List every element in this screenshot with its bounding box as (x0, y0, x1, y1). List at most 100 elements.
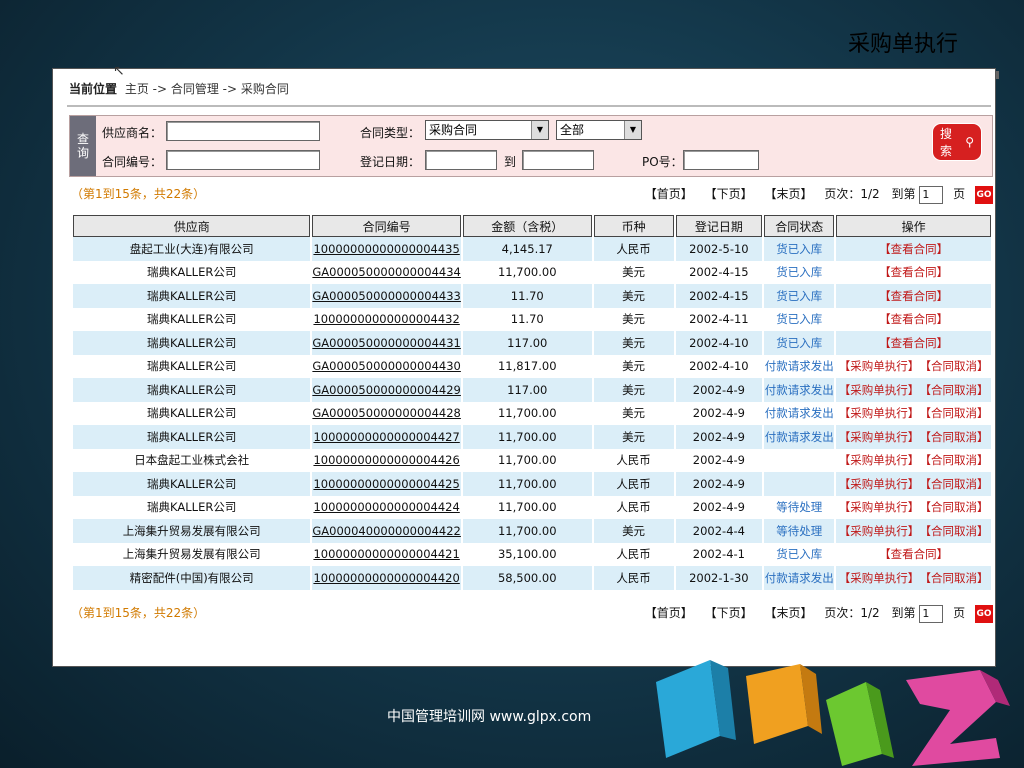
mouse-cursor-icon: ↖ (113, 63, 125, 79)
po-input[interactable] (683, 150, 759, 170)
supplier-input[interactable] (166, 121, 320, 141)
contract-no-link[interactable]: GA000050000000004431 (312, 336, 460, 350)
operation-link-primary[interactable]: 【查看合同】 (879, 289, 948, 303)
contract-no-link[interactable]: 10000000000000004420 (313, 571, 459, 585)
operation-link-primary[interactable]: 【采购单执行】 (839, 571, 920, 585)
last-page-link[interactable]: 【末页】 (764, 606, 812, 620)
contract-type-value: 采购合同 (429, 123, 478, 137)
operation-link-primary[interactable]: 【采购单执行】 (839, 524, 920, 538)
contract-no-link[interactable]: GA000050000000004429 (312, 383, 460, 397)
page-input[interactable]: 1 (919, 604, 944, 623)
status-cell[interactable]: 货已入库 (764, 260, 835, 284)
operation-link-primary[interactable]: 【采购单执行】 (839, 383, 920, 397)
go-button[interactable]: GO (975, 604, 993, 623)
contract-no-link[interactable]: GA000050000000004430 (312, 359, 460, 373)
status-cell[interactable]: 付款请求发出 (764, 566, 835, 590)
cancel-contract-link[interactable]: 【合同取消】 (925, 453, 988, 467)
cancel-contract-link[interactable]: 【合同取消】 (925, 430, 988, 444)
status-cell[interactable]: 货已入库 (764, 331, 835, 355)
contract-type-select[interactable]: 采购合同 ▼ (425, 120, 549, 140)
date-cell: 2002-4-11 (675, 307, 763, 331)
contract-no-cell: 10000000000000004435 (312, 237, 461, 261)
cancel-contract-link[interactable]: 【合同取消】 (925, 571, 988, 585)
contract-no-link[interactable]: 10000000000000004427 (313, 430, 459, 444)
date-cell: 2002-1-30 (675, 566, 763, 590)
last-page-link[interactable]: 【末页】 (764, 187, 812, 201)
chevron-down-icon[interactable]: ▼ (531, 121, 548, 139)
cancel-contract-link[interactable]: 【合同取消】 (925, 359, 988, 373)
contract-type-label: 合同类型： (360, 126, 421, 140)
operation-link-primary[interactable]: 【查看合同】 (879, 265, 948, 279)
header-amount: 金额（含税） (462, 215, 592, 237)
operation-link-primary[interactable]: 【查看合同】 (879, 547, 948, 561)
cancel-contract-link[interactable]: 【合同取消】 (925, 383, 988, 397)
contract-no-link[interactable]: GA000040000000004422 (312, 524, 460, 538)
breadcrumb-path[interactable]: 主页 -> 合同管理 -> 采购合同 (125, 82, 289, 96)
scrollbar-marker[interactable] (996, 71, 999, 79)
operation-link-primary[interactable]: 【采购单执行】 (839, 500, 920, 514)
contract-no-link[interactable]: 10000000000000004424 (313, 500, 459, 514)
contract-no-cell: GA000050000000004430 (312, 354, 461, 378)
operation-link-primary[interactable]: 【采购单执行】 (839, 359, 920, 373)
footer-text: 中国管理培训网 www.glpx.com (387, 709, 592, 725)
cancel-contract-link[interactable]: 【合同取消】 (925, 477, 988, 491)
contract-no-link[interactable]: 10000000000000004432 (313, 312, 459, 326)
contract-no-link[interactable]: 10000000000000004426 (313, 453, 459, 467)
operation-cell: 【采购单执行】 【合同取消】 (836, 448, 991, 472)
status-cell[interactable]: 货已入库 (764, 284, 835, 308)
supplier-cell: 瑞典KALLER公司 (73, 331, 311, 355)
operation-link-primary[interactable]: 【查看合同】 (879, 312, 948, 326)
contract-no-link[interactable]: GA000050000000004428 (312, 406, 460, 420)
operation-link-primary[interactable]: 【查看合同】 (879, 336, 948, 350)
status-cell[interactable]: 付款请求发出 (764, 401, 835, 425)
operation-cell: 【采购单执行】 【合同取消】 (836, 566, 991, 590)
operation-cell: 【查看合同】 (836, 307, 991, 331)
cancel-contract-link[interactable]: 【合同取消】 (925, 500, 988, 514)
date-cell: 2002-4-4 (675, 519, 763, 543)
date-cell: 2002-4-1 (675, 542, 763, 566)
page-input[interactable]: 1 (919, 185, 944, 204)
contract-no-link[interactable]: 10000000000000004421 (313, 547, 459, 561)
status-cell[interactable]: 货已入库 (764, 307, 835, 331)
supplier-cell: 瑞典KALLER公司 (73, 354, 311, 378)
status-cell[interactable]: 付款请求发出 (764, 425, 835, 449)
date-cell: 2002-4-15 (675, 284, 763, 308)
status-cell[interactable]: 货已入库 (764, 237, 835, 261)
supplier-cell: 瑞典KALLER公司 (73, 378, 311, 402)
cancel-contract-link[interactable]: 【合同取消】 (925, 406, 988, 420)
currency-cell: 美元 (593, 401, 674, 425)
go-button[interactable]: GO (975, 185, 993, 204)
status-cell[interactable] (764, 472, 835, 496)
operation-link-primary[interactable]: 【采购单执行】 (839, 430, 920, 444)
operation-link-primary[interactable]: 【采购单执行】 (839, 453, 920, 467)
operation-link-primary[interactable]: 【采购单执行】 (839, 406, 920, 420)
table-row: 瑞典KALLER公司 GA000050000000004429 117.00 美元 20… (73, 378, 991, 402)
search-button[interactable]: 搜索 ⚲ (932, 123, 982, 161)
operation-cell: 【查看合同】 (836, 331, 991, 355)
contract-no-link[interactable]: 10000000000000004425 (313, 477, 459, 491)
contract-no-link[interactable]: 10000000000000004435 (313, 242, 459, 256)
status-cell[interactable]: 等待处理 (764, 519, 835, 543)
chevron-down-icon[interactable]: ▼ (624, 121, 641, 139)
amount-cell: 11,700.00 (462, 260, 592, 284)
next-page-link[interactable]: 【下页】 (705, 606, 753, 620)
contract-no-link[interactable]: GA000050000000004434 (312, 265, 460, 279)
operation-link-primary[interactable]: 【采购单执行】 (839, 477, 920, 491)
next-page-link[interactable]: 【下页】 (705, 187, 753, 201)
page-info: 页次：1/2 (824, 606, 880, 620)
status-cell[interactable]: 等待处理 (764, 495, 835, 519)
operation-link-primary[interactable]: 【查看合同】 (879, 242, 948, 256)
reg-date-from-input[interactable] (425, 150, 497, 170)
status-cell[interactable]: 货已入库 (764, 542, 835, 566)
contract-no-input[interactable] (166, 150, 320, 170)
reg-date-to-input[interactable] (522, 150, 594, 170)
first-page-link[interactable]: 【首页】 (645, 187, 693, 201)
contract-no-link[interactable]: GA000050000000004433 (312, 289, 460, 303)
first-page-link[interactable]: 【首页】 (645, 606, 693, 620)
status-cell[interactable]: 付款请求发出 (764, 354, 835, 378)
status-cell[interactable]: 付款请求发出 (764, 378, 835, 402)
scope-select[interactable]: 全部 ▼ (556, 120, 642, 140)
status-cell[interactable] (764, 448, 835, 472)
operation-cell: 【采购单执行】 【合同取消】 (836, 401, 991, 425)
cancel-contract-link[interactable]: 【合同取消】 (925, 524, 988, 538)
